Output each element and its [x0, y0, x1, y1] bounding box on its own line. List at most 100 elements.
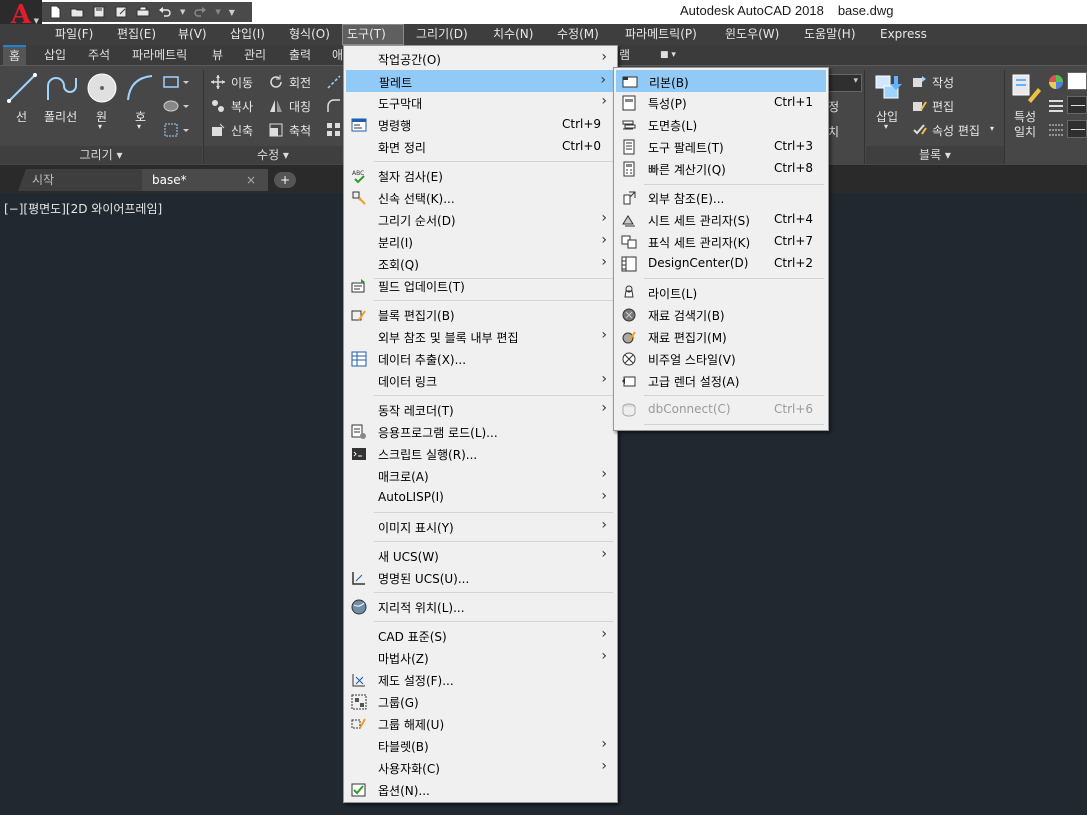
tools-item-27[interactable]: 그룹(G) — [346, 691, 615, 713]
undo-icon[interactable] — [158, 5, 172, 19]
scale-label[interactable]: 축척 — [289, 122, 311, 139]
tools-item-26[interactable]: 제도 설정(F)... — [346, 669, 615, 691]
lineweight-dropdown[interactable] — [1067, 96, 1087, 114]
tab-parametric[interactable]: 파라메트릭 — [132, 45, 187, 65]
circle-dropdown-icon[interactable]: ▾ — [98, 122, 102, 131]
tools-item-21[interactable]: 새 UCS(W) › — [346, 545, 615, 567]
tools-item-18[interactable]: 매크로(A) › — [346, 465, 615, 487]
redo-icon[interactable] — [193, 5, 207, 19]
linetype-icon[interactable] — [1048, 122, 1064, 138]
menu-file[interactable]: 파일(F) — [51, 24, 97, 45]
move-icon[interactable] — [210, 74, 226, 90]
menu-express[interactable]: Express — [876, 24, 931, 45]
tools-item-5[interactable]: ABC 철자 검사(E) — [346, 165, 615, 187]
boundary-icon[interactable] — [163, 122, 191, 138]
tools-item-31[interactable]: 옵션(N)... — [346, 779, 615, 801]
menu-window[interactable]: 윈도우(W) — [721, 24, 783, 45]
palettes-item-6[interactable]: 시트 세트 관리자(S) Ctrl+4 — [616, 209, 826, 231]
tab-addins-partial[interactable]: 애 — [332, 45, 343, 65]
scale-icon[interactable] — [268, 122, 284, 138]
new-tab-button[interactable]: + — [274, 172, 296, 188]
menu-format[interactable]: 형식(O) — [285, 24, 334, 45]
lineweight-icon[interactable] — [1048, 98, 1064, 114]
new-file-icon[interactable] — [48, 5, 62, 19]
tools-item-7[interactable]: 그리기 순서(D) › — [346, 209, 615, 231]
tools-item-25[interactable]: 마법사(Z) › — [346, 647, 615, 669]
palettes-item-3[interactable]: 도구 팔레트(T) Ctrl+3 — [616, 136, 826, 158]
redo-dropdown-icon[interactable]: ▼ — [215, 8, 220, 16]
tools-item-9[interactable]: 조회(Q) › — [346, 253, 615, 275]
menu-edit[interactable]: 편집(E) — [113, 24, 160, 45]
mirror-icon[interactable] — [268, 98, 284, 114]
tools-item-14[interactable]: 데이터 링크 › — [346, 370, 615, 392]
menu-modify[interactable]: 수정(M) — [553, 24, 603, 45]
tools-item-28[interactable]: 그룹 해제(U) — [346, 713, 615, 735]
hatch-icon[interactable] — [163, 98, 191, 114]
tab-base-drawing[interactable]: base* × — [142, 169, 268, 191]
palettes-item-11[interactable]: 재료 편집기(M) — [616, 326, 826, 348]
edit-block-label[interactable]: 편집 — [932, 98, 954, 115]
tools-item-3[interactable]: 명령행 Ctrl+9 — [346, 114, 615, 136]
move-label[interactable]: 이동 — [231, 74, 253, 91]
stretch-icon[interactable] — [210, 122, 226, 138]
tab-output[interactable]: 출력 — [289, 45, 311, 65]
plot-icon[interactable] — [136, 5, 150, 19]
palettes-item-12[interactable]: 비주얼 스타일(V) — [616, 348, 826, 370]
viewport-controls-label[interactable]: [−][평면도][2D 와이어프레임] — [4, 200, 162, 217]
tools-item-23[interactable]: 지리적 위치(L)... — [346, 596, 615, 618]
undo-dropdown-icon[interactable]: ▼ — [180, 8, 185, 16]
mirror-label[interactable]: 대칭 — [289, 98, 311, 115]
trim-icon[interactable] — [326, 74, 342, 90]
block-panel-title[interactable]: 블록 ▾ — [866, 146, 1004, 164]
insert-block-icon[interactable] — [872, 72, 904, 104]
tools-item-29[interactable]: 타블렛(B) › — [346, 735, 615, 757]
color-wheel-icon[interactable] — [1048, 74, 1064, 90]
edit-block-icon[interactable] — [912, 98, 928, 114]
fillet-icon[interactable] — [326, 98, 342, 114]
insert-dropdown-icon[interactable]: ▾ — [884, 122, 888, 131]
palettes-item-0[interactable]: 리본(B) — [616, 70, 826, 92]
tab-annotate[interactable]: 주석 — [88, 45, 110, 65]
circle-icon[interactable] — [86, 72, 118, 104]
copy-label[interactable]: 복사 — [231, 98, 253, 115]
edit-attribute-icon[interactable] — [912, 122, 928, 138]
tools-item-20[interactable]: 이미지 표시(Y) › — [346, 516, 615, 538]
arc-icon[interactable] — [124, 72, 156, 104]
tools-item-1[interactable]: 팔레트 › — [346, 70, 615, 92]
match-properties-icon[interactable] — [1010, 72, 1042, 104]
save-as-icon[interactable] — [114, 5, 128, 19]
tools-item-19[interactable]: AutoLISP(I) › — [346, 487, 615, 509]
tools-item-30[interactable]: 사용자화(C) › — [346, 757, 615, 779]
tools-item-6[interactable]: 신속 선택(K)... — [346, 187, 615, 209]
tab-home[interactable]: 홈 — [3, 45, 27, 65]
tab-partial[interactable]: 램 — [619, 45, 630, 65]
tab-manage[interactable]: 관리 — [244, 45, 266, 65]
tools-item-11[interactable]: 블록 편집기(B) — [346, 304, 615, 326]
copy-icon[interactable] — [210, 98, 226, 114]
tab-start[interactable]: 시작 — [18, 169, 142, 191]
palettes-item-5[interactable]: 외부 참조(E)... — [616, 187, 826, 209]
palettes-item-7[interactable]: 표식 세트 관리자(K) Ctrl+7 — [616, 231, 826, 253]
palettes-item-4[interactable]: 빠른 계산기(Q) Ctrl+8 — [616, 158, 826, 180]
palettes-item-9[interactable]: 라이트(L) — [616, 282, 826, 304]
tools-item-16[interactable]: 응용프로그램 로드(L)... — [346, 421, 615, 443]
tools-item-22[interactable]: 명명된 UCS(U)... — [346, 567, 615, 589]
tab-overflow-icon[interactable]: ■ ▾ — [660, 45, 676, 65]
palettes-item-10[interactable]: 재료 검색기(B) — [616, 304, 826, 326]
tools-item-0[interactable]: 작업공간(O) › — [346, 48, 615, 70]
save-icon[interactable] — [92, 5, 106, 19]
layer-dropdown[interactable]: ▾ — [828, 74, 862, 92]
tools-item-17[interactable]: 스크립트 실행(R)... — [346, 443, 615, 465]
tools-item-15[interactable]: 동작 레코더(T) › — [346, 399, 615, 421]
menu-insert[interactable]: 삽입(I) — [226, 24, 269, 45]
tools-item-13[interactable]: 데이터 추출(X)... — [346, 348, 615, 370]
rotate-icon[interactable] — [268, 74, 284, 90]
linetype-dropdown[interactable] — [1067, 120, 1087, 138]
create-block-label[interactable]: 작성 — [932, 74, 954, 91]
polyline-icon[interactable] — [44, 72, 80, 104]
stretch-label[interactable]: 신축 — [231, 122, 253, 139]
menu-parametric[interactable]: 파라메트릭(P) — [621, 24, 701, 45]
palettes-item-13[interactable]: 고급 렌더 설정(A) — [616, 370, 826, 392]
menu-help[interactable]: 도움말(H) — [800, 24, 860, 45]
array-icon[interactable] — [326, 122, 342, 138]
